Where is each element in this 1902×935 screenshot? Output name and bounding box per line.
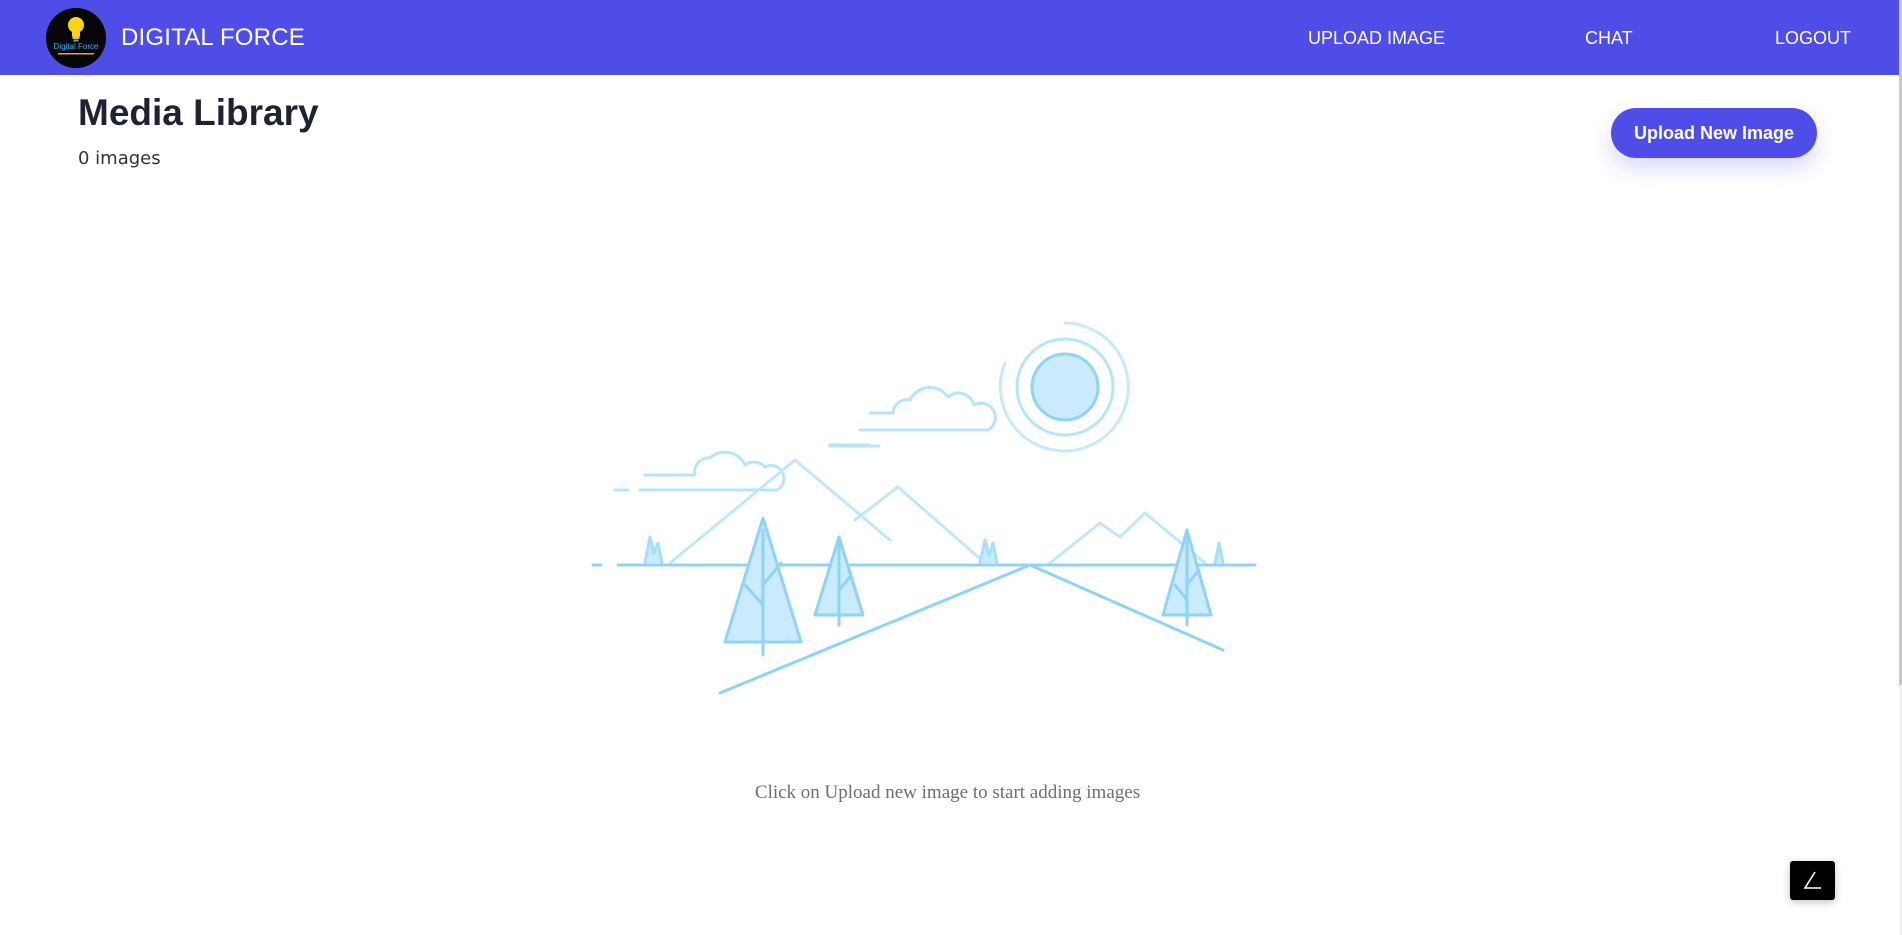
- lightbulb-logo-icon[interactable]: Digital Force: [46, 8, 106, 68]
- angle-icon: [1803, 871, 1821, 889]
- upload-new-image-button[interactable]: Upload New Image: [1611, 108, 1817, 158]
- nav-upload-image[interactable]: UPLOAD IMAGE: [1308, 27, 1445, 49]
- corner-action-button[interactable]: [1790, 861, 1835, 900]
- empty-state-message: Click on Upload new image to start addin…: [754, 782, 1141, 803]
- empty-landscape-illustration: [585, 315, 1265, 710]
- nav-logout[interactable]: LOGOUT: [1775, 27, 1851, 49]
- brand-name[interactable]: DIGITAL FORCE: [121, 24, 305, 52]
- nav-chat[interactable]: CHAT: [1585, 27, 1633, 49]
- page-title: Media Library: [78, 92, 319, 133]
- top-navbar: Digital Force DIGITAL FORCE UPLOAD IMAGE…: [0, 0, 1899, 75]
- svg-text:Digital Force: Digital Force: [54, 42, 99, 51]
- image-count: 0 images: [78, 148, 161, 169]
